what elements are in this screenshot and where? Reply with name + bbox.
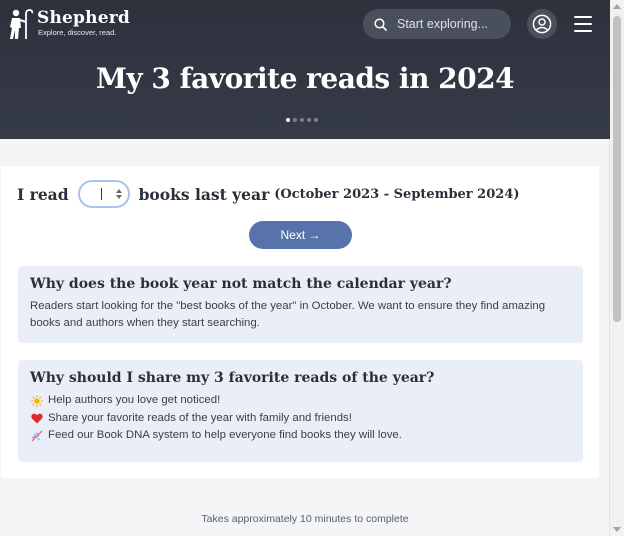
next-button[interactable]: Next → — [249, 221, 352, 249]
question-suffix: books last year — [138, 184, 270, 204]
faq-book-year-title: Why does the book year not match the cal… — [30, 276, 452, 292]
brand-tagline: Explore, discover, read. — [38, 28, 117, 37]
faq-book-year-body: Readers start looking for the "best book… — [30, 300, 546, 329]
spin-up-icon[interactable] — [115, 189, 122, 193]
page-title: My 3 favorite reads in 2024 — [95, 62, 515, 95]
book-year-range: (October 2023 - September 2024) — [274, 186, 520, 202]
page-scrollbar[interactable] — [609, 0, 624, 536]
spin-down-icon[interactable] — [115, 195, 122, 199]
duration-note: Takes approximately 10 minutes to comple… — [201, 513, 409, 525]
dna-icon — [30, 429, 44, 443]
number-spinner[interactable] — [115, 189, 122, 199]
list-item: Share your favorite reads of the year wi… — [30, 410, 571, 428]
scroll-down-arrow-icon[interactable] — [613, 527, 621, 532]
brand-logo-link[interactable]: Shepherd Explore, discover, read. — [7, 8, 130, 40]
account-button[interactable] — [527, 9, 557, 39]
shepherd-logo-icon — [10, 9, 33, 39]
carousel-dot[interactable] — [300, 118, 304, 122]
carousel-dot[interactable] — [307, 118, 311, 122]
carousel-dot[interactable] — [293, 118, 297, 122]
search-box[interactable] — [363, 9, 511, 39]
text-caret — [100, 188, 102, 200]
carousel-dot[interactable] — [286, 118, 290, 122]
search-input[interactable] — [395, 16, 509, 32]
faq-share-list: Help authors you love get noticed! Share… — [30, 392, 571, 445]
heart-icon — [30, 411, 44, 425]
faq-share-title: Why should I share my 3 favorite reads o… — [30, 370, 435, 386]
list-item: Feed our Book DNA system to help everyon… — [30, 427, 571, 445]
question-prefix: I read — [17, 184, 69, 204]
books-count-question: I read books last year (October 2023 - S… — [17, 180, 520, 208]
scroll-up-arrow-icon[interactable] — [613, 4, 621, 9]
brand-name: Shepherd — [37, 8, 130, 28]
list-item: Help authors you love get noticed! — [30, 392, 571, 410]
user-avatar-icon — [532, 14, 552, 34]
hero-header: Shepherd Explore, discover, read. My 3 f… — [0, 0, 610, 139]
carousel-dots — [286, 118, 318, 122]
faq-book-year-panel: Why does the book year not match the cal… — [18, 266, 583, 343]
books-count-input[interactable] — [77, 180, 130, 208]
scrollbar-thumb[interactable] — [613, 16, 621, 322]
hamburger-menu-icon[interactable] — [574, 16, 592, 32]
sun-icon — [30, 394, 44, 408]
carousel-dot[interactable] — [314, 118, 318, 122]
faq-share-panel: Why should I share my 3 favorite reads o… — [18, 360, 583, 462]
search-icon — [374, 17, 387, 31]
